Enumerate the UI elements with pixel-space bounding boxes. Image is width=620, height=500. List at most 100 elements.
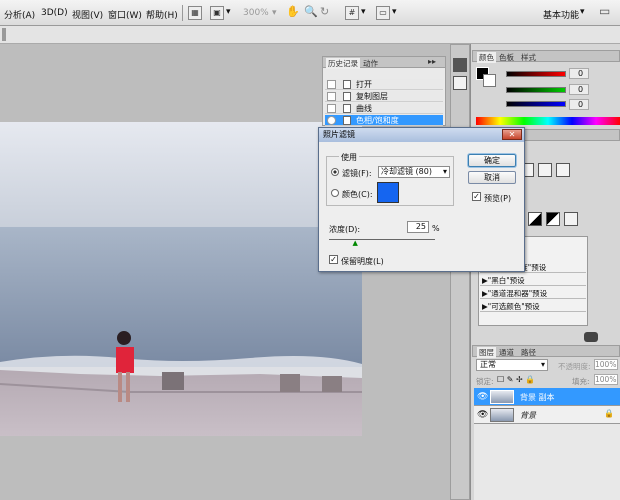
density-slider-track[interactable]: [329, 239, 435, 240]
background-color[interactable]: [483, 74, 496, 87]
screen-mode-icon[interactable]: ▭: [376, 6, 390, 20]
density-slider-thumb[interactable]: ▲: [353, 239, 358, 247]
invert-icon[interactable]: [528, 212, 542, 226]
lock-icon: 🔒: [604, 409, 614, 418]
color-label: 颜色(C):: [342, 190, 373, 199]
threshold-icon[interactable]: [546, 212, 560, 226]
layer-row-background-copy[interactable]: 👁 背景 副本: [474, 388, 620, 406]
tab-channels[interactable]: 通道: [499, 347, 514, 358]
snapshot-box[interactable]: [327, 92, 336, 101]
gradient-map-icon[interactable]: [564, 212, 578, 226]
tab-swatches[interactable]: 色板: [499, 52, 514, 63]
photo-filter-dialog: 照片滤镜 ✕ 使用 滤镜(F): 冷却滤镜 (80) ▾ 颜色(C): 浓度(D…: [318, 127, 525, 272]
layer-name[interactable]: 背景: [520, 410, 536, 421]
minimize-icon[interactable]: ▭: [599, 4, 610, 18]
actions-panel-icon[interactable]: [453, 76, 467, 90]
tab-actions[interactable]: 动作: [363, 58, 378, 69]
menu-help[interactable]: 帮助(H): [146, 8, 178, 21]
tab-history[interactable]: 历史记录: [326, 58, 360, 69]
preset-channel-mixer[interactable]: ▶"通道混和器"预设: [480, 288, 586, 299]
blue-value[interactable]: 0: [569, 99, 589, 110]
color-panel-header: 颜色 色板 样式: [472, 50, 620, 63]
layer-thumbnail: [490, 390, 514, 404]
curves-icon[interactable]: [538, 163, 552, 177]
document-icon: [343, 116, 351, 125]
tab-layers[interactable]: 图层: [477, 347, 496, 358]
use-group-label: 使用: [339, 152, 359, 163]
preserve-luminosity-label: 保留明度(L): [341, 257, 384, 266]
history-item-open[interactable]: 打开: [325, 79, 443, 90]
tab-paths[interactable]: 路径: [521, 347, 536, 358]
green-value[interactable]: 0: [569, 84, 589, 95]
tab-styles[interactable]: 样式: [521, 52, 536, 63]
history-item-hue-saturation[interactable]: 色相/饱和度: [325, 115, 443, 126]
red-slider[interactable]: [506, 71, 566, 77]
history-item-curves[interactable]: 曲线: [325, 103, 443, 114]
eye-icon[interactable]: 👁: [477, 410, 488, 420]
preset-black-white[interactable]: ▶"黑白"预设: [480, 275, 586, 286]
blend-mode-select[interactable]: 正常 ▾: [476, 359, 548, 371]
menu-window[interactable]: 窗口(W): [108, 8, 142, 21]
arrange-icon[interactable]: ▣: [210, 6, 224, 20]
zoom-level[interactable]: 300%: [243, 8, 269, 18]
fill-input[interactable]: 100%: [594, 374, 618, 385]
history-panel-icon[interactable]: [453, 58, 467, 72]
hand-icon[interactable]: ✋: [286, 5, 300, 18]
bridge-icon[interactable]: ▦: [188, 6, 202, 20]
layers-panel-header: 图层 通道 路径: [472, 345, 620, 358]
history-label: 打开: [356, 80, 372, 89]
layers-list-empty: [474, 424, 620, 500]
cancel-button[interactable]: 取消: [468, 171, 516, 184]
opacity-label: 不透明度:: [558, 362, 591, 371]
preview-checkbox[interactable]: ✓: [472, 192, 481, 201]
exposure-icon[interactable]: [556, 163, 570, 177]
workspace-label[interactable]: 基本功能: [543, 8, 579, 21]
document-icon: [343, 92, 351, 101]
preset-selective-color[interactable]: ▶"可选颜色"预设: [480, 301, 586, 312]
color-radio[interactable]: [331, 189, 339, 197]
opacity-input[interactable]: 100%: [594, 359, 618, 370]
menu-view[interactable]: 视图(V): [72, 8, 103, 21]
chevron-down-icon[interactable]: ▾: [361, 7, 366, 17]
color-spectrum[interactable]: [476, 117, 620, 125]
rotate-icon[interactable]: ↻: [320, 5, 329, 18]
snapshot-box[interactable]: [327, 104, 336, 113]
layer-name[interactable]: 背景 副本: [520, 392, 555, 403]
lock-label: 锁定:: [476, 377, 494, 386]
density-input[interactable]: 25: [407, 221, 429, 233]
chevron-down-icon[interactable]: ▾: [392, 7, 397, 17]
eye-icon[interactable]: 👁: [477, 392, 488, 402]
menu-bar: 分析(A) 3D(D) 视图(V) 窗口(W) 帮助(H) ▦ ▣ ▾ 300%…: [0, 0, 620, 26]
grid-icon[interactable]: #: [345, 6, 359, 20]
fill-label: 填充:: [572, 377, 590, 386]
blue-slider[interactable]: [506, 101, 566, 107]
dialog-title: 照片滤镜: [319, 128, 524, 142]
menu-analysis[interactable]: 分析(A): [4, 8, 35, 21]
history-item-duplicate[interactable]: 复制图层: [325, 91, 443, 102]
layer-row-background[interactable]: 👁 背景 🔒: [474, 406, 620, 424]
history-state-marker[interactable]: [327, 116, 336, 125]
lock-icons[interactable]: ☐ ✎ ✢ 🔒: [497, 375, 535, 384]
ok-button[interactable]: 确定: [468, 154, 516, 167]
green-slider[interactable]: [506, 87, 566, 93]
collapse-icon[interactable]: ▸▸: [428, 57, 436, 66]
tab-color[interactable]: 颜色: [477, 52, 496, 63]
link-icon[interactable]: [584, 332, 598, 342]
snapshot-box[interactable]: [327, 80, 336, 89]
document-photo[interactable]: [0, 122, 362, 436]
zoom-icon[interactable]: 🔍: [304, 5, 318, 18]
color-swatch[interactable]: [377, 182, 399, 203]
chevron-down-icon: ▾: [540, 360, 545, 369]
chevron-down-icon[interactable]: ▾: [272, 8, 277, 18]
menu-3d[interactable]: 3D(D): [41, 8, 68, 18]
filter-radio[interactable]: [331, 168, 339, 176]
filter-select[interactable]: 冷却滤镜 (80) ▾: [378, 166, 450, 178]
red-value[interactable]: 0: [569, 68, 589, 79]
document-icon: [343, 104, 351, 113]
density-label: 浓度(D):: [329, 225, 361, 234]
preserve-luminosity-checkbox[interactable]: ✓: [329, 255, 338, 264]
panel-icon-strip: [450, 44, 470, 500]
chevron-down-icon[interactable]: ▾: [580, 7, 585, 17]
chevron-down-icon[interactable]: ▾: [226, 7, 231, 17]
close-icon[interactable]: ✕: [502, 129, 522, 140]
